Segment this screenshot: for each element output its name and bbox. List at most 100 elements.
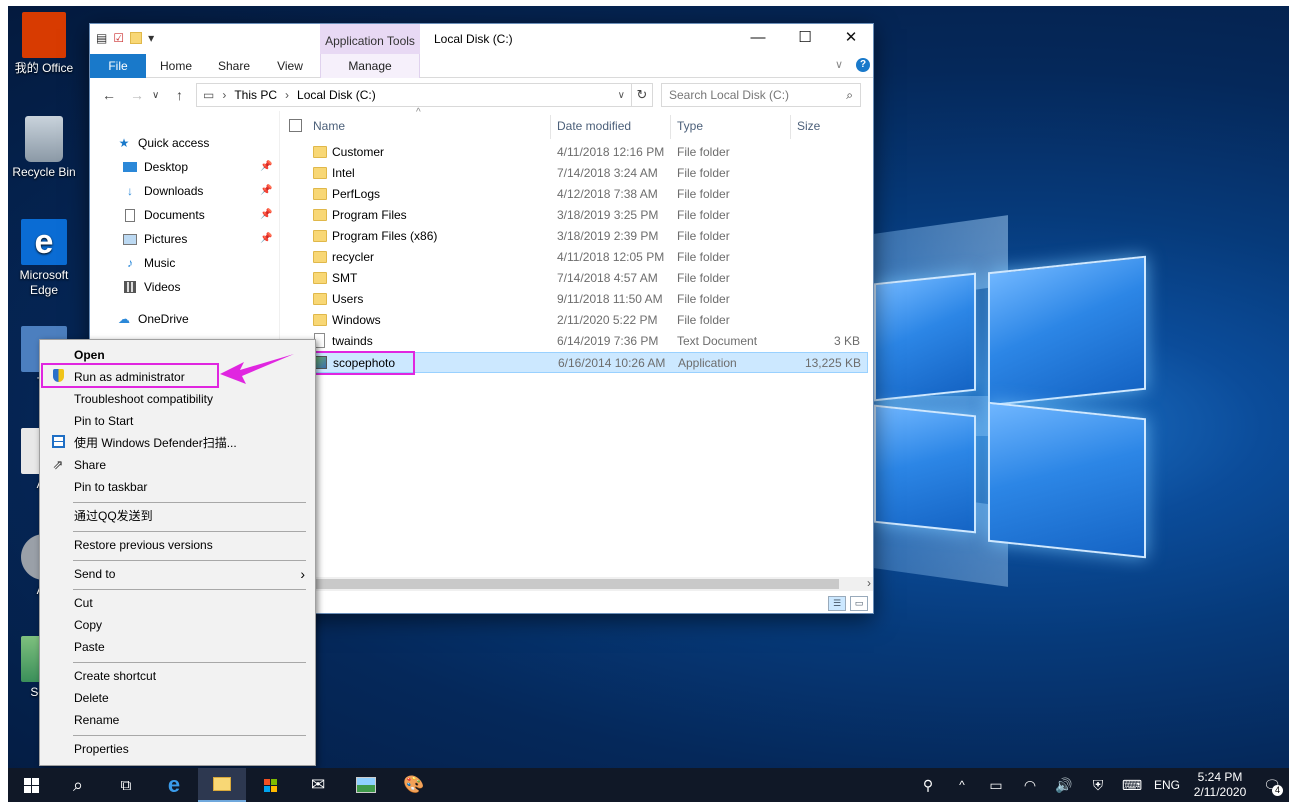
search-input[interactable]: Search Local Disk (C:) ⌕ [661,83,861,107]
table-row[interactable]: SMT 7/14/2018 4:57 AM File folder [280,268,868,289]
nav-item-downloads[interactable]: ↓ Downloads [122,180,203,202]
up-icon[interactable]: ↑ [176,87,183,103]
menu-item-properties[interactable]: Properties [40,738,315,760]
volume-icon[interactable]: 🔊 [1047,777,1081,794]
menu-item-create-shortcut[interactable]: Create shortcut [40,665,315,687]
breadcrumb-this-pc[interactable]: This PC [234,88,277,102]
table-row[interactable]: Windows 2/11/2020 5:22 PM File folder [280,310,868,331]
column-header-name[interactable]: Name [313,111,345,141]
table-row[interactable]: Customer 4/11/2018 12:16 PM File folder [280,142,868,163]
menu-item-cut[interactable]: Cut [40,592,315,614]
column-separator[interactable] [670,115,671,139]
refresh-button[interactable]: ↻ [631,83,653,107]
video-icon [122,280,138,294]
nav-item-music[interactable]: ♪ Music [122,252,175,274]
menu-label: Delete [74,691,109,705]
menu-item-copy[interactable]: Copy [40,614,315,636]
table-row[interactable]: recycler 4/11/2018 12:05 PM File folder [280,247,868,268]
checkbox-icon[interactable]: ☑ [113,31,124,45]
pin-icon[interactable]: 📌 [260,161,272,172]
table-row[interactable]: PerfLogs 4/12/2018 7:38 AM File folder [280,184,868,205]
photos-icon[interactable] [342,768,390,802]
table-row[interactable]: Program Files 3/18/2019 3:25 PM File folde… [280,205,868,226]
menu-item-paste[interactable]: Paste [40,636,315,658]
table-row[interactable]: Program Files (x86) 3/18/2019 2:39 PM File… [280,226,868,247]
tab-share[interactable]: Share [212,54,256,78]
scrollbar-thumb[interactable] [279,579,839,589]
pin-icon[interactable]: 📌 [260,233,272,244]
desktop-icon-edge[interactable]: e Microsoft Edge [8,219,80,298]
tab-file[interactable]: File [90,54,146,78]
address-dropdown-icon[interactable]: ∨ [618,90,625,101]
back-icon[interactable]: ← [102,87,116,103]
tab-view[interactable]: View [270,54,310,78]
expand-ribbon-icon[interactable]: ∨ [835,58,843,71]
menu-item-delete[interactable]: Delete [40,687,315,709]
help-icon[interactable]: ? [856,58,870,72]
column-header-date[interactable]: Date modified [557,111,631,141]
paint-icon[interactable]: 🎨 [390,768,438,802]
menu-item-defender-scan[interactable]: 使用 Windows Defender扫描... [40,432,315,454]
tab-home[interactable]: Home [154,54,198,78]
table-row[interactable]: Intel 7/14/2018 3:24 AM File folder [280,163,868,184]
people-icon[interactable]: ⚲ [911,777,945,794]
battery-icon[interactable]: ▭ [979,777,1013,794]
security-icon[interactable]: ⛨ [1081,777,1115,794]
notification-center-icon[interactable]: 🗨 4 [1255,777,1289,796]
search-icon[interactable]: ⌕ [54,768,102,802]
desktop-icon-recycle-bin[interactable]: Recycle Bin [8,116,80,180]
customize-toolbar-icon[interactable]: ▾ [148,31,154,45]
select-all-checkbox[interactable] [289,119,302,132]
tab-manage[interactable]: Manage [320,54,420,78]
show-hidden-icons-icon[interactable]: ^ [945,778,979,792]
menu-separator [73,560,306,561]
large-icons-view-icon[interactable]: ▭ [850,596,868,611]
address-bar[interactable]: ▭ › This PC › Local Disk (C:) ∨ [196,83,632,107]
new-folder-icon[interactable] [130,32,143,44]
network-icon[interactable]: ◠ [1013,777,1047,794]
breadcrumb-local-disk[interactable]: Local Disk (C:) [297,88,376,102]
forward-icon[interactable]: → [130,87,144,103]
properties-icon[interactable]: ▤ [96,31,107,45]
nav-item-documents[interactable]: Documents [122,204,205,226]
desktop-icon-office[interactable]: 我的 Office [8,12,80,76]
nav-item-videos[interactable]: Videos [122,276,180,298]
nav-item-onedrive[interactable]: ☁ OneDrive [116,308,189,330]
pin-icon[interactable]: 📌 [260,209,272,220]
scroll-right-icon[interactable]: › [867,576,871,590]
details-view-icon[interactable]: ☰ [828,596,846,611]
menu-item-rename[interactable]: Rename [40,709,315,731]
table-row[interactable]: twainds 6/14/2019 7:36 PM Text Document 3 K… [280,331,868,352]
table-row[interactable]: Users 9/11/2018 11:50 AM File folder [280,289,868,310]
minimize-button[interactable]: — [735,24,781,54]
nav-item-pictures[interactable]: Pictures [122,228,187,250]
menu-item-send-to[interactable]: Send to › [40,563,315,585]
clock[interactable]: 5:24 PM 2/11/2020 [1185,770,1255,800]
keyboard-icon[interactable]: ⌨ [1115,777,1149,794]
menu-item-send-via-qq[interactable]: 通过QQ发送到 [40,505,315,527]
edge-icon[interactable]: e [150,768,198,802]
mail-icon[interactable]: ✉ [294,768,342,802]
store-icon[interactable] [246,768,294,802]
nav-item-desktop[interactable]: Desktop [122,156,188,178]
column-header-type[interactable]: Type [677,111,703,141]
column-separator[interactable] [790,115,791,139]
close-button[interactable]: ✕ [828,24,874,54]
maximize-button[interactable]: ☐ [782,24,828,54]
menu-item-restore-previous-versions[interactable]: Restore previous versions [40,534,315,556]
language-indicator[interactable]: ENG [1149,778,1185,792]
menu-item-pin-to-start[interactable]: Pin to Start [40,410,315,432]
start-icon[interactable] [8,768,54,802]
column-header-size[interactable]: Size [797,111,820,141]
file-explorer-icon[interactable] [198,768,246,802]
task-view-icon[interactable]: ⧉ [102,768,150,802]
menu-item-troubleshoot[interactable]: Troubleshoot compatibility [40,388,315,410]
column-separator[interactable] [550,115,551,139]
menu-item-share[interactable]: ⇗ Share [40,454,315,476]
horizontal-scrollbar[interactable]: › [279,576,873,591]
menu-item-pin-to-taskbar[interactable]: Pin to taskbar [40,476,315,498]
recent-locations-icon[interactable]: ∨ [152,90,159,101]
nav-item-quick-access[interactable]: ★ Quick access [116,132,210,154]
pin-icon[interactable]: 📌 [260,185,272,196]
folder-icon [313,251,327,263]
